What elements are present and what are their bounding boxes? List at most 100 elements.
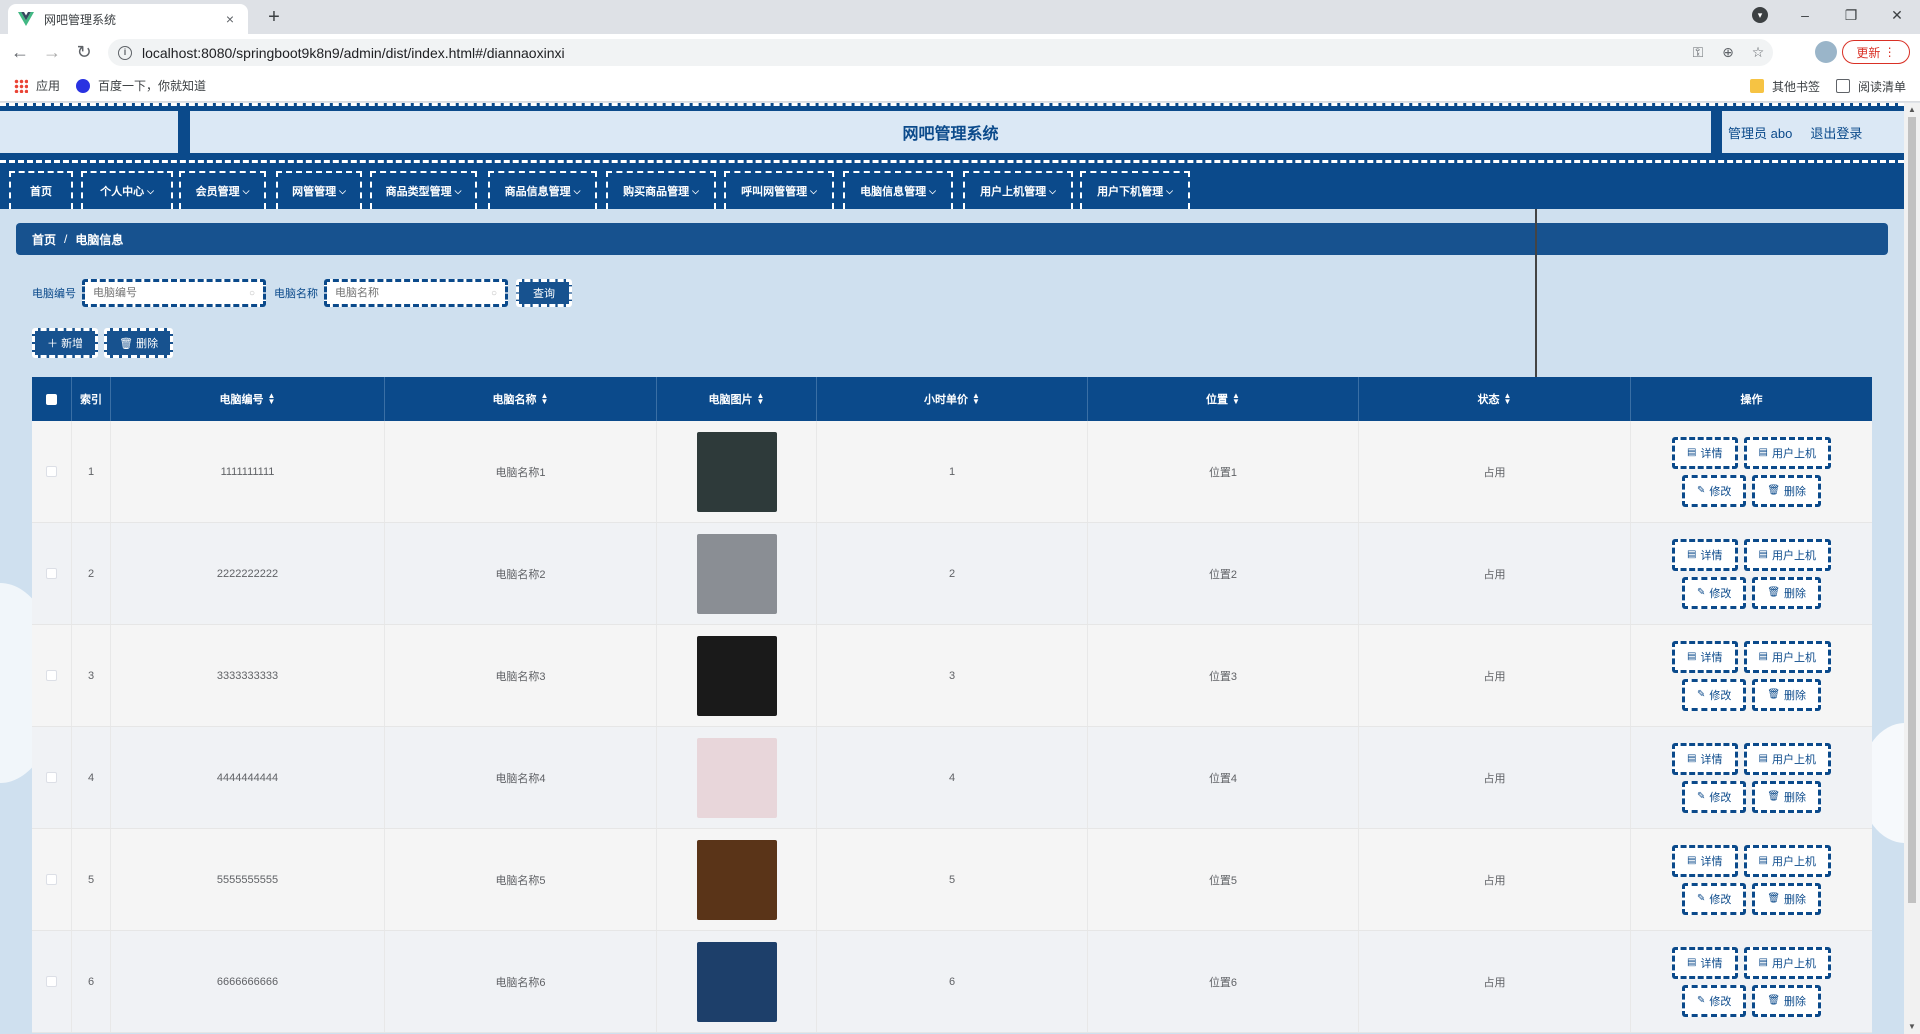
table-row[interactable]: 3 3333333333 电脑名称3 3 位置3 占用 ▤ 详情 ▤ 用户上机 ✎ 修改 🗑 删除 (32, 625, 1872, 727)
sort-icon[interactable]: ▲ ▼ (972, 392, 980, 406)
row-checkbox[interactable] (46, 568, 57, 579)
name-search-input[interactable] (335, 287, 491, 299)
detail-button[interactable]: ▤ 详情 (1672, 946, 1738, 979)
bookmark-other[interactable]: 其他书签 (1749, 78, 1820, 95)
profile-avatar[interactable] (1815, 41, 1837, 63)
user-on-button[interactable]: ▤ 用户上机 (1743, 436, 1831, 469)
row-checkbox[interactable] (46, 466, 57, 477)
delete-button[interactable]: 🗑 删除 (1752, 576, 1822, 609)
user-on-button[interactable]: ▤ 用户上机 (1743, 742, 1831, 775)
maximize-button[interactable]: ❐ (1828, 0, 1874, 30)
menu-item-personal-center[interactable]: 个人中心 ⌵ (81, 171, 173, 209)
delete-button[interactable]: 🗑 删除 (1752, 474, 1822, 507)
user-on-button[interactable]: ▤ 用户上机 (1743, 844, 1831, 877)
row-checkbox[interactable] (46, 976, 57, 987)
tab-close-icon[interactable]: × (222, 11, 238, 27)
row-checkbox[interactable] (46, 670, 57, 681)
bookmark-baidu[interactable]: 百度一下，你就知道 (76, 77, 206, 94)
edit-button[interactable]: ✎ 修改 (1681, 678, 1747, 711)
bookmark-apps[interactable]: 应用 (14, 77, 60, 94)
menu-item-members[interactable]: 会员管理 ⌵ (179, 171, 266, 209)
detail-button[interactable]: ▤ 详情 (1672, 844, 1738, 877)
detail-button[interactable]: ▤ 详情 (1672, 742, 1738, 775)
menu-item-logins[interactable]: 用户上机管理 ⌵ (963, 171, 1073, 209)
name-search-field[interactable]: ○ (324, 279, 508, 307)
user-on-button[interactable]: ▤ 用户上机 (1743, 640, 1831, 673)
user-on-button[interactable]: ▤ 用户上机 (1743, 538, 1831, 571)
edit-button[interactable]: ✎ 修改 (1681, 984, 1747, 1017)
menu-item-logouts[interactable]: 用户下机管理 ⌵ (1080, 171, 1190, 209)
new-tab-button[interactable]: + (260, 6, 288, 30)
sort-icon[interactable]: ▲ ▼ (268, 392, 276, 406)
computer-thumbnail[interactable] (696, 737, 777, 818)
row-checkbox[interactable] (46, 772, 57, 783)
sort-icon[interactable]: ▲ ▼ (1232, 392, 1240, 406)
edit-button[interactable]: ✎ 修改 (1681, 882, 1747, 915)
column-header-status[interactable]: 状态 ▲ ▼ (1359, 377, 1631, 421)
info-icon[interactable]: i (118, 45, 132, 60)
detail-button[interactable]: ▤ 详情 (1672, 538, 1738, 571)
url-text[interactable]: localhost:8080/springboot9k8n9/admin/dis… (142, 45, 1683, 61)
browser-tab[interactable]: 网吧管理系统 × (8, 4, 248, 34)
menu-item-calls[interactable]: 呼叫网管管理 ⌵ (724, 171, 834, 209)
code-search-field[interactable]: ○ (82, 279, 266, 307)
detail-button[interactable]: ▤ 详情 (1672, 640, 1738, 673)
select-all-checkbox[interactable] (46, 393, 57, 405)
page-scrollbar[interactable]: ▲ ▼ (1904, 103, 1920, 1034)
menu-item-purchases[interactable]: 购买商品管理 ⌵ (606, 171, 716, 209)
computer-thumbnail[interactable] (696, 635, 777, 716)
star-icon[interactable]: ☆ (1743, 44, 1773, 61)
add-button[interactable]: ＋ 新增 (32, 328, 99, 358)
breadcrumb-home[interactable]: 首页 (32, 231, 56, 248)
computer-thumbnail[interactable] (696, 941, 777, 1022)
computer-thumbnail[interactable] (696, 839, 777, 920)
table-row[interactable]: 5 5555555555 电脑名称5 5 位置5 占用 ▤ 详情 ▤ 用户上机 ✎ 修改 🗑 删除 (32, 829, 1872, 931)
edit-button[interactable]: ✎ 修改 (1681, 576, 1747, 609)
delete-button[interactable]: 🗑 删除 (1752, 780, 1822, 813)
menu-item-admins[interactable]: 网管管理 ⌵ (276, 171, 362, 209)
table-row[interactable]: 1 1111111111 电脑名称1 1 位置1 占用 ▤ 详情 ▤ 用户上机 ✎ 修改 🗑 删除 (32, 421, 1872, 523)
computer-thumbnail[interactable] (696, 533, 777, 614)
edit-button[interactable]: ✎ 修改 (1681, 780, 1747, 813)
bulk-delete-button[interactable]: 🗑 删除 (104, 328, 174, 358)
reload-icon[interactable]: ↻ (72, 40, 96, 64)
sort-icon[interactable]: ▲ ▼ (757, 392, 765, 406)
logout-link[interactable]: 退出登录 (1810, 123, 1862, 142)
delete-button[interactable]: 🗑 删除 (1752, 882, 1822, 915)
row-checkbox[interactable] (46, 874, 57, 885)
sort-icon[interactable]: ▲ ▼ (1504, 392, 1512, 406)
update-button[interactable]: 更新 ⋮ (1842, 40, 1910, 64)
minimize-button[interactable]: – (1782, 0, 1828, 30)
scroll-up-arrow-icon[interactable]: ▲ (1908, 106, 1916, 114)
code-search-input[interactable] (93, 287, 249, 299)
query-button[interactable]: 查询 (516, 279, 572, 307)
column-header-image[interactable]: 电脑图片 ▲ ▼ (657, 377, 817, 421)
sort-icon[interactable]: ▲ ▼ (541, 392, 549, 406)
table-row[interactable]: 4 4444444444 电脑名称4 4 位置4 占用 ▤ 详情 ▤ 用户上机 ✎ 修改 🗑 删除 (32, 727, 1872, 829)
column-header-price[interactable]: 小时单价 ▲ ▼ (817, 377, 1088, 421)
column-header-location[interactable]: 位置 ▲ ▼ (1088, 377, 1359, 421)
zoom-icon[interactable]: ⊕ (1713, 44, 1743, 61)
bookmark-reader[interactable]: 阅读清单 (1835, 78, 1906, 95)
tab-search-icon[interactable]: ▾ (1752, 7, 1768, 23)
computer-thumbnail[interactable] (696, 431, 777, 512)
edit-button[interactable]: ✎ 修改 (1681, 474, 1747, 507)
menu-item-product-info[interactable]: 商品信息管理 ⌵ (488, 171, 597, 209)
delete-button[interactable]: 🗑 删除 (1752, 984, 1822, 1017)
table-row[interactable]: 6 6666666666 电脑名称6 6 位置6 占用 ▤ 详情 ▤ 用户上机 ✎ 修改 🗑 删除 (32, 931, 1872, 1033)
user-on-button[interactable]: ▤ 用户上机 (1743, 946, 1831, 979)
back-arrow-icon[interactable]: ← (8, 40, 32, 64)
scrollbar-thumb[interactable] (1908, 117, 1916, 903)
column-header-code[interactable]: 电脑编号 ▲ ▼ (111, 377, 385, 421)
menu-item-home[interactable]: 首页 (9, 171, 73, 209)
detail-button[interactable]: ▤ 详情 (1672, 436, 1738, 469)
forward-arrow-icon[interactable]: → (40, 40, 64, 64)
table-row[interactable]: 2 2222222222 电脑名称2 2 位置2 占用 ▤ 详情 ▤ 用户上机 ✎ 修改 🗑 删除 (32, 523, 1872, 625)
scroll-down-arrow-icon[interactable]: ▼ (1908, 1023, 1916, 1031)
key-icon[interactable]: ⚿ (1683, 44, 1713, 61)
address-bar[interactable]: i localhost:8080/springboot9k8n9/admin/d… (108, 39, 1773, 66)
delete-button[interactable]: 🗑 删除 (1752, 678, 1822, 711)
close-window-button[interactable]: ✕ (1874, 0, 1920, 30)
menu-item-computers[interactable]: 电脑信息管理 ⌵ (843, 171, 953, 209)
current-user[interactable]: 管理员 abo (1728, 123, 1792, 142)
